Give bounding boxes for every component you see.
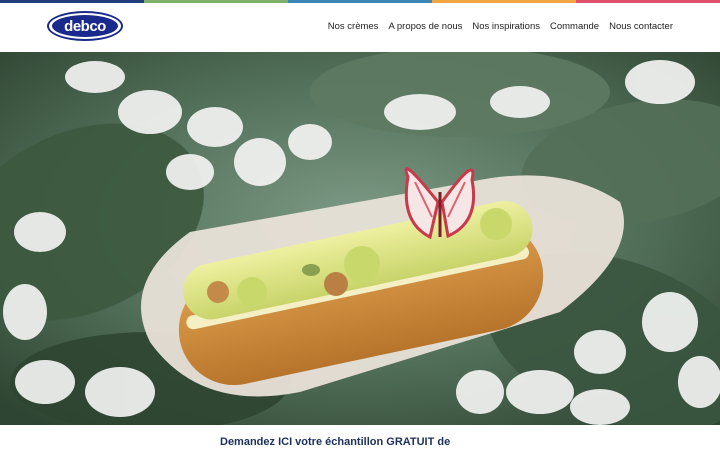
nav-item-nous-contacter[interactable]: Nous contacter [609, 21, 673, 32]
nav-item-nos-inspirations[interactable]: Nos inspirations [472, 21, 540, 32]
hero-illustration [0, 52, 720, 425]
nav-item-commande[interactable]: Commande [550, 21, 599, 32]
logo-oval: debco [52, 15, 118, 37]
free-sample-link[interactable]: Demandez ICI votre échantillon GRATUIT d… [220, 436, 450, 448]
site-header: debco Nos crèmes A propos de nous Nos in… [0, 3, 720, 52]
hero-image [0, 52, 720, 425]
nav-item-a-propos[interactable]: A propos de nous [388, 21, 462, 32]
nav-item-nos-cremes[interactable]: Nos crèmes [328, 21, 379, 32]
debco-logo[interactable]: debco [47, 11, 123, 41]
main-nav: Nos crèmes A propos de nous Nos inspirat… [328, 21, 673, 32]
logo-text: debco [64, 17, 106, 35]
cta-banner: Demandez ICI votre échantillon GRATUIT d… [0, 425, 720, 450]
